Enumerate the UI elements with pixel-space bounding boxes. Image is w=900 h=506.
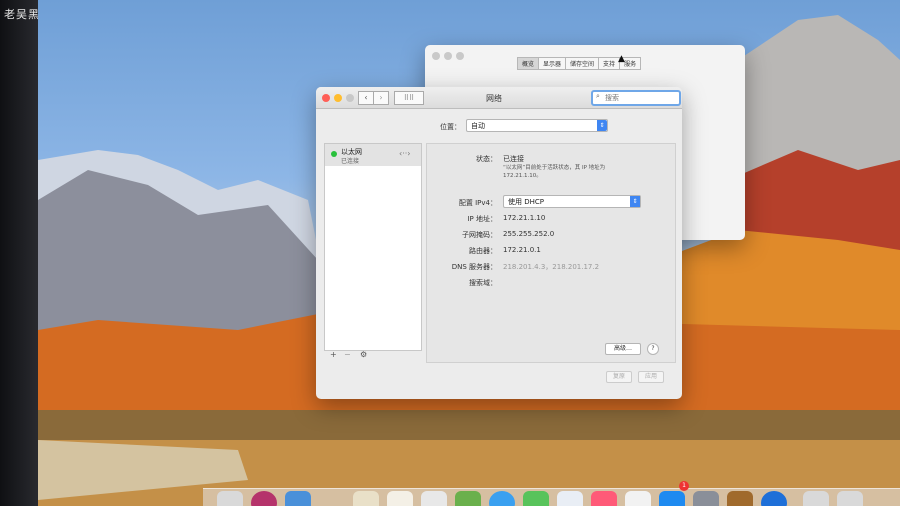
dock-app-icon[interactable] (251, 491, 277, 506)
service-list-toolbar: + − ⚙ (324, 350, 420, 361)
dock-app-icon[interactable] (353, 491, 379, 506)
dock-app-icon[interactable] (557, 491, 583, 506)
dock-app-icon[interactable] (455, 491, 481, 506)
dock-app-icon[interactable] (591, 491, 617, 506)
subnet-label: 子网掩码： (462, 231, 497, 239)
revert-button[interactable]: 复原 (606, 371, 632, 383)
search-placeholder: 搜索 (605, 94, 619, 102)
ethernet-icon: ‹··› (399, 149, 411, 158)
app-store-icon[interactable] (659, 491, 685, 506)
detail-pane: 状态： 已连接 “以太网”目前处于活跃状态，其 IP 地址为 172.21.1.… (426, 143, 676, 363)
forward-button[interactable]: › (373, 91, 389, 105)
search-domain-label: 搜索域： (469, 279, 497, 287)
zoom-icon[interactable] (456, 52, 464, 60)
close-icon[interactable] (432, 52, 440, 60)
minimize-icon[interactable] (334, 94, 342, 102)
tab-displays[interactable]: 显示器 (538, 57, 567, 70)
router-value: 172.21.0.1 (503, 246, 541, 254)
status-dot-icon (331, 151, 337, 157)
subnet-value: 255.255.252.0 (503, 230, 555, 238)
dock-app-icon[interactable] (837, 491, 863, 506)
status-label: 状态： (476, 155, 497, 163)
dock-app-icon[interactable] (489, 491, 515, 506)
dock-app-icon[interactable] (387, 491, 413, 506)
back-button[interactable]: ‹ (358, 91, 374, 105)
config-ipv4-value: 使用 DHCP (508, 198, 544, 206)
monitor-bezel (0, 0, 40, 506)
service-item-ethernet[interactable]: 以太网 已连接 ‹··› (325, 144, 421, 166)
system-preferences-icon[interactable] (693, 491, 719, 506)
config-ipv4-select[interactable]: 使用 DHCP ⇕ (503, 195, 641, 208)
dock-app-icon[interactable] (285, 491, 311, 506)
dns-value: 218.201.4.3，218.201.17.2 (503, 263, 600, 271)
location-label: 位置： (440, 123, 461, 131)
location-value: 自动 (471, 122, 485, 130)
dock-app-icon[interactable] (727, 491, 753, 506)
search-icon: ⌕ (596, 92, 600, 100)
dock-app-icon[interactable] (421, 491, 447, 506)
show-all-button[interactable]: ⠿⠿ (394, 91, 424, 105)
service-status: 已连接 (341, 158, 360, 165)
gear-icon[interactable]: ⚙ (360, 350, 367, 359)
close-icon[interactable] (322, 94, 330, 102)
status-description: “以太网”目前处于活跃状态，其 IP 地址为 172.21.1.10。 (503, 165, 606, 179)
tab-support[interactable]: 支持 (598, 57, 621, 70)
ip-label: IP 地址： (467, 215, 497, 223)
dns-label: DNS 服务器： (451, 263, 497, 271)
config-ipv4-label: 配置 IPv4： (458, 199, 497, 207)
dock-app-icon[interactable] (523, 491, 549, 506)
tab-overview[interactable]: 概览 (517, 57, 540, 70)
mouse-pointer-icon: ▲ (618, 54, 625, 64)
location-select[interactable]: 自动 ⇕ (466, 119, 608, 132)
desktop: 概览 显示器 储存空间 支持 服务 ▲ ‹ › ⠿⠿ 网络 ⌕ 搜索 位置： 自动 ⇕ (38, 0, 900, 506)
apply-button[interactable]: 应用 (638, 371, 664, 383)
chevron-updown-icon: ⇕ (597, 120, 607, 131)
chevron-updown-icon: ⇕ (630, 196, 640, 207)
advanced-button[interactable]: 高级… (605, 343, 641, 355)
zoom-icon[interactable] (346, 94, 354, 102)
dock-app-icon[interactable] (803, 491, 829, 506)
window-title: 网络 (486, 94, 502, 103)
dock-app-icon[interactable] (217, 491, 243, 506)
router-label: 路由器： (469, 247, 497, 255)
title-bar: ‹ › ⠿⠿ 网络 ⌕ 搜索 (316, 87, 682, 109)
service-list: 以太网 已连接 ‹··› (324, 143, 422, 351)
ip-value: 172.21.1.10 (503, 214, 546, 222)
dock: 1 (203, 481, 900, 506)
tab-storage[interactable]: 储存空间 (565, 57, 600, 70)
network-window: ‹ › ⠿⠿ 网络 ⌕ 搜索 位置： 自动 ⇕ 以太网 已连接 ‹··› + −… (316, 87, 682, 399)
help-button[interactable]: ? (647, 343, 659, 355)
dock-badge: 1 (679, 481, 689, 491)
minimize-icon[interactable] (444, 52, 452, 60)
dock-app-icon[interactable] (625, 491, 651, 506)
safari-icon[interactable] (761, 491, 787, 506)
remove-service-button[interactable]: − (344, 350, 351, 359)
status-value: 已连接 (503, 155, 524, 163)
add-service-button[interactable]: + (330, 350, 337, 359)
search-input[interactable]: ⌕ 搜索 (591, 90, 681, 106)
